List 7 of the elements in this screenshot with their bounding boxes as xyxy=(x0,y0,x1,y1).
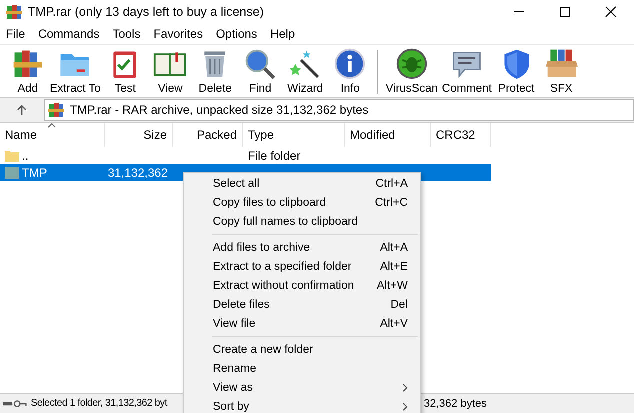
name-cell: .. xyxy=(22,148,29,162)
status-text: Selected 1 folder, 31,132,362 byt xyxy=(31,398,168,409)
status-text: 32,362 bytes xyxy=(424,398,487,410)
size-cell: 31,132,362 xyxy=(108,166,168,180)
window-title: TMP.rar (only 13 days left to buy a license) xyxy=(28,5,265,19)
name-cell: TMP xyxy=(22,166,48,180)
type-cell: File folder xyxy=(248,148,301,162)
